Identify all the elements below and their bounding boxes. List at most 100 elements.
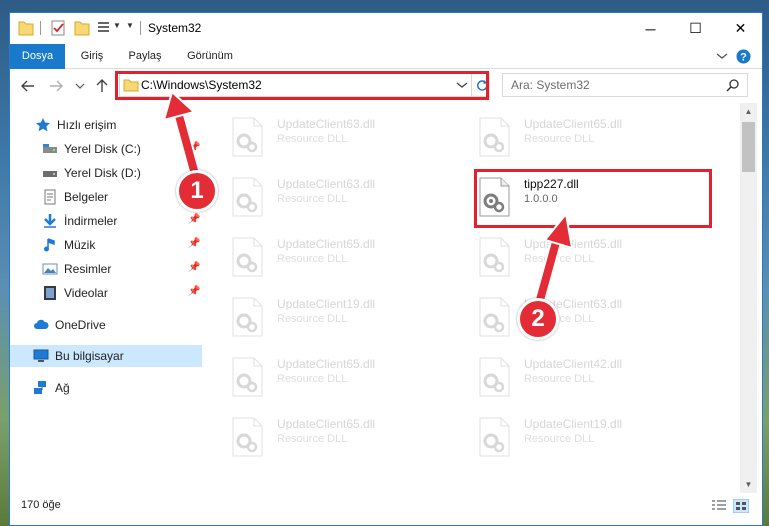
qa-more-icon[interactable]: ▼ (126, 21, 134, 30)
dll-file-icon (479, 177, 510, 217)
refresh-icon[interactable] (475, 78, 489, 92)
tab-dosya[interactable]: Dosya (10, 44, 65, 69)
qa-dropdown-icon[interactable]: ▼ (113, 21, 121, 30)
file-name: UpdateClient63.dll (277, 117, 376, 131)
file-description: Resource DLL (524, 433, 595, 445)
documents-icon (44, 189, 56, 205)
sidebar-item-label: OneDrive (55, 318, 106, 332)
file-name: UpdateClient65.dll (524, 117, 623, 131)
tab-gorunum[interactable]: Görünüm (180, 44, 240, 69)
help-icon[interactable]: ? (736, 49, 751, 64)
chevron-down-icon[interactable] (456, 80, 468, 90)
file-item[interactable]: UpdateClient19.dll Resource DLL (206, 291, 446, 341)
file-item[interactable]: UpdateClient42.dll Resource DLL (453, 351, 693, 401)
ribbon-tabs: Dosya Giriş Paylaş Görünüm ? (10, 44, 762, 69)
customize-icon[interactable] (96, 19, 112, 37)
maximize-button[interactable]: ☐ (673, 13, 718, 44)
folder-icon (123, 79, 139, 92)
sidebar-item-network[interactable]: Ağ (10, 377, 202, 399)
details-view-icon[interactable] (711, 499, 727, 513)
explorer-window: ▼ ▼ System32 ─ ☐ ✕ Dosya Giriş Paylaş Gö… (9, 12, 763, 526)
address-path[interactable]: C:\Windows\System32 (141, 78, 262, 92)
pin-icon[interactable]: 📌 (188, 286, 200, 298)
sidebar-item-label: Müzik (64, 238, 96, 252)
tab-giris[interactable]: Giriş (72, 44, 112, 69)
file-name: UpdateClient19.dll (524, 417, 623, 431)
sidebar-item-drive-d[interactable]: Yerel Disk (D:) 📌 (10, 162, 202, 184)
dll-file-icon (479, 297, 510, 337)
file-name: UpdateClient65.dll (277, 357, 376, 371)
file-item[interactable]: UpdateClient65.dll Resource DLL (206, 231, 446, 281)
file-item[interactable]: UpdateClient63.dll Resource DLL (206, 111, 446, 161)
sidebar-item-quick-access[interactable]: Hızlı erişim (10, 114, 202, 136)
status-bar: 170 öğe (10, 493, 762, 525)
step-badge-2: 2 (517, 298, 559, 340)
scroll-up-icon[interactable]: ▲ (740, 103, 757, 120)
vertical-scrollbar[interactable]: ▲ ▼ (740, 103, 757, 493)
arrow-right-icon[interactable] (48, 78, 64, 94)
search-box[interactable]: Ara: System32 (502, 73, 748, 97)
sidebar-item-documents[interactable]: Belgeler 📌 (10, 186, 202, 208)
sidebar-item-label: İndirmeler (64, 214, 118, 228)
sidebar-item-onedrive[interactable]: OneDrive (10, 314, 202, 336)
file-name: UpdateClient63.dll (277, 177, 376, 191)
search-input[interactable]: Ara: System32 (511, 78, 590, 92)
chevron-down-icon[interactable] (716, 51, 728, 61)
sidebar-item-drive-c[interactable]: Yerel Disk (C:) 📌 (10, 138, 202, 160)
dll-file-icon (232, 117, 263, 157)
arrow-left-icon[interactable] (20, 78, 36, 94)
pin-icon[interactable]: 📌 (188, 214, 200, 226)
sidebar-item-label: Yerel Disk (C:) (64, 142, 141, 156)
computer-icon (33, 349, 49, 362)
file-item[interactable]: UpdateClient63.dll Resource DLL (453, 291, 693, 341)
file-name: UpdateClient65.dll (277, 417, 376, 431)
file-item[interactable]: UpdateClient65.dll Resource DLL (206, 351, 446, 401)
sidebar-item-pictures[interactable]: Resimler 📌 (10, 258, 202, 280)
sidebar-item-label: Bu bilgisayar (55, 349, 124, 363)
tab-paylas[interactable]: Paylaş (122, 44, 168, 69)
sidebar-item-videos[interactable]: Videolar 📌 (10, 282, 202, 304)
sidebar-item-label: Yerel Disk (D:) (64, 166, 141, 180)
dll-file-icon (232, 237, 263, 277)
drive-icon (43, 144, 57, 153)
file-item[interactable]: UpdateClient65.dll Resource DLL (206, 411, 446, 461)
new-folder-icon[interactable] (74, 19, 90, 37)
pin-icon[interactable]: 📌 (188, 262, 200, 274)
file-item-tipp227[interactable]: tipp227.dll 1.0.0.0 (453, 171, 693, 221)
file-item[interactable]: UpdateClient19.dll Resource DLL (453, 411, 693, 461)
title-separator (40, 21, 41, 35)
file-item[interactable]: UpdateClient65.dll Resource DLL (453, 111, 693, 161)
scroll-down-icon[interactable]: ▼ (740, 476, 757, 493)
tiles-view-icon[interactable] (733, 499, 749, 513)
file-name: UpdateClient42.dll (524, 357, 623, 371)
pin-icon[interactable]: 📌 (188, 142, 200, 154)
minimize-button[interactable]: ─ (628, 13, 673, 44)
file-description: Resource DLL (277, 193, 348, 205)
videos-icon (44, 286, 56, 300)
address-separator (471, 74, 472, 96)
step-badge-1: 1 (176, 170, 218, 212)
file-description: Resource DLL (277, 433, 348, 445)
sidebar-item-downloads[interactable]: İndirmeler 📌 (10, 210, 202, 232)
file-name: tipp227.dll (524, 177, 579, 191)
pictures-icon (42, 263, 58, 275)
pin-icon[interactable]: 📌 (188, 238, 200, 250)
file-item[interactable]: UpdateClient63.dll Resource DLL (206, 171, 446, 221)
file-item[interactable]: UpdateClient65.dll Resource DLL (453, 231, 693, 281)
arrow-up-icon[interactable] (94, 78, 110, 94)
folder-icon (18, 21, 34, 36)
scrollbar-thumb[interactable] (742, 122, 755, 172)
close-button[interactable]: ✕ (718, 13, 762, 44)
sidebar-item-label: Hızlı erişim (57, 118, 117, 132)
address-bar[interactable]: C:\Windows\System32 (119, 73, 490, 97)
search-icon[interactable] (726, 78, 740, 92)
sidebar-item-this-pc[interactable]: Bu bilgisayar (10, 345, 202, 367)
cloud-icon (34, 319, 49, 329)
file-description: Resource DLL (277, 373, 348, 385)
navigation-bar: C:\Windows\System32 Ara: System32 (10, 69, 762, 103)
chevron-down-icon[interactable] (72, 78, 88, 94)
file-description: 1.0.0.0 (524, 193, 558, 205)
dll-file-icon (232, 297, 263, 337)
properties-icon[interactable] (50, 19, 66, 37)
sidebar-item-music[interactable]: Müzik 📌 (10, 234, 202, 256)
